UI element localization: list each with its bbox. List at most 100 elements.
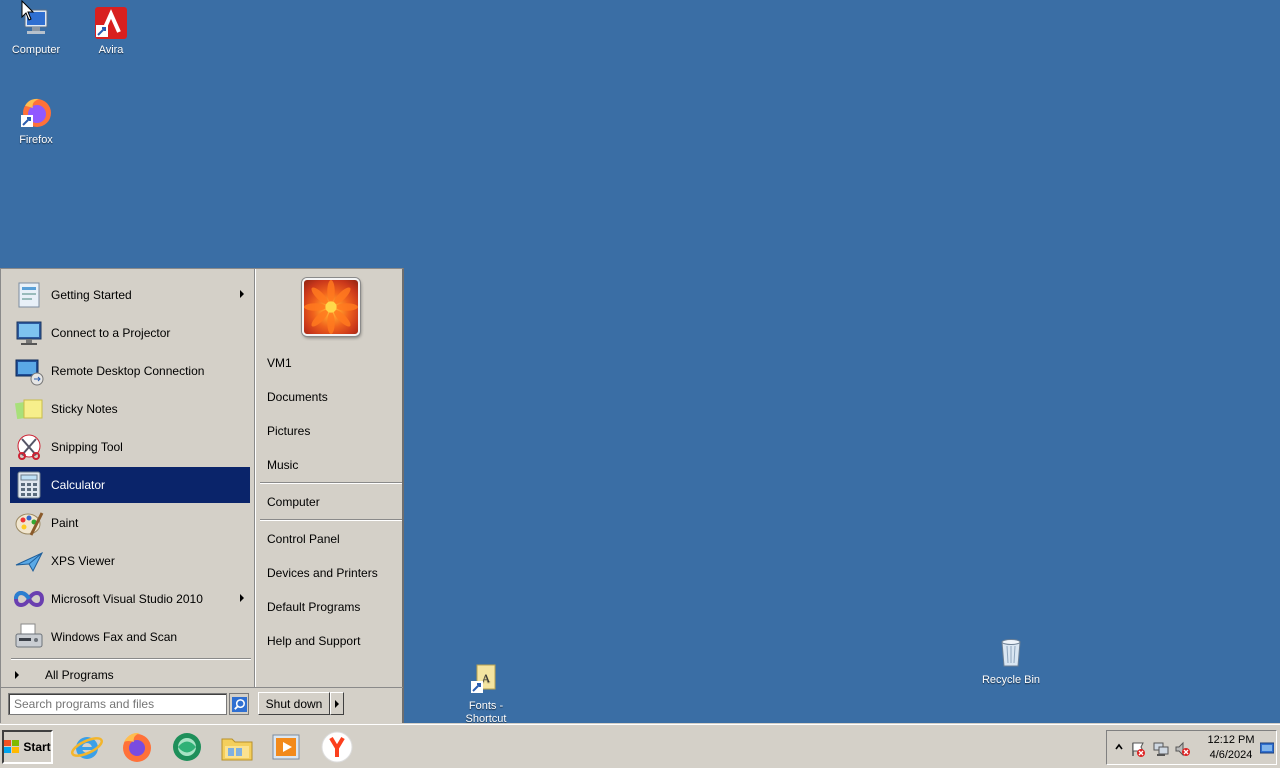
desktop-icon-recycle-bin[interactable]: Recycle Bin: [973, 636, 1049, 687]
quick-launch-file-explorer[interactable]: [220, 730, 254, 764]
desktop-icon-label: Avira: [98, 44, 124, 56]
separator: [260, 519, 402, 521]
program-label: Sticky Notes: [51, 402, 118, 416]
desktop-icon-label: Firefox: [19, 134, 53, 146]
desktop-icon-computer[interactable]: Computer: [0, 6, 74, 57]
program-label: Getting Started: [51, 288, 132, 302]
fax-scan-icon: [13, 621, 45, 653]
search-input[interactable]: [8, 693, 227, 715]
quick-launch-internet-explorer[interactable]: [70, 730, 104, 764]
place-label: Pictures: [267, 424, 311, 438]
place-pictures[interactable]: Pictures: [261, 420, 401, 442]
firefox-icon: [123, 732, 151, 762]
quick-launch-firefox[interactable]: [120, 730, 154, 764]
program-label: XPS Viewer: [51, 554, 115, 568]
shutdown-button[interactable]: Shut down: [258, 692, 330, 715]
quick-launch-yandex[interactable]: [320, 730, 354, 764]
place-default-programs[interactable]: Default Programs: [261, 596, 401, 618]
show-desktop-icon[interactable]: [1259, 741, 1275, 755]
program-microsoft-visual-studio-2010[interactable]: Microsoft Visual Studio 2010: [10, 581, 250, 617]
start-label: Start: [23, 740, 51, 754]
network-icon[interactable]: [1153, 741, 1169, 757]
flower-image: [304, 280, 358, 334]
visual-studio-icon: [13, 583, 45, 615]
start-menu-bottom-bar: Shut down: [1, 687, 403, 723]
program-label: Calculator: [51, 478, 106, 492]
place-documents[interactable]: Documents: [261, 386, 401, 408]
program-xps-viewer[interactable]: XPS Viewer: [10, 543, 250, 579]
shutdown-label: Shut down: [265, 696, 323, 711]
places-pane: VM1 Documents Pictures Music Computer Co…: [257, 269, 403, 687]
action-center-icon[interactable]: [1130, 741, 1146, 757]
clock-time[interactable]: 12:12 PM: [1201, 734, 1261, 746]
place-label: Default Programs: [267, 600, 361, 614]
desktop-icon-label: Recycle Bin: [981, 674, 1041, 686]
xps-viewer-icon: [13, 545, 45, 577]
program-remote-desktop-connection[interactable]: Remote Desktop Connection: [10, 353, 250, 389]
program-label: Snipping Tool: [51, 440, 123, 454]
program-windows-fax-and-scan[interactable]: Windows Fax and Scan: [10, 619, 250, 655]
show-hidden-icon[interactable]: [1111, 739, 1123, 755]
place-label: Computer: [267, 495, 320, 509]
place-user-folder[interactable]: VM1: [261, 352, 401, 374]
sticky-notes-icon: [13, 393, 45, 425]
desktop-icon-label: Computer: [11, 44, 61, 56]
place-devices-and-printers[interactable]: Devices and Printers: [261, 562, 401, 584]
place-music[interactable]: Music: [261, 454, 401, 476]
place-label: Help and Support: [267, 634, 361, 648]
shutdown-options-button[interactable]: [330, 692, 344, 715]
place-label: Control Panel: [267, 532, 340, 546]
place-help-and-support[interactable]: Help and Support: [261, 630, 401, 652]
program-snipping-tool[interactable]: Snipping Tool: [10, 429, 250, 465]
file-explorer-icon: [221, 738, 253, 761]
submenu-arrow-icon: [240, 290, 244, 298]
program-label: Windows Fax and Scan: [51, 630, 178, 644]
program-sticky-notes[interactable]: Sticky Notes: [10, 391, 250, 427]
place-control-panel[interactable]: Control Panel: [261, 528, 401, 550]
app-icon: [173, 733, 201, 761]
quick-launch-media-player[interactable]: [270, 730, 304, 764]
system-tray: 12:12 PM 4/6/2024: [1106, 730, 1277, 765]
remote-desktop-icon: [13, 355, 45, 387]
place-computer[interactable]: Computer: [261, 491, 401, 513]
yandex-icon: [321, 731, 353, 763]
windows-flag-icon: [4, 740, 20, 753]
projector-icon: [13, 317, 45, 349]
clock-date[interactable]: 4/6/2024: [1201, 749, 1261, 761]
submenu-arrow-icon: [240, 594, 244, 602]
place-label: Music: [267, 458, 299, 472]
desktop-icon-avira[interactable]: Avira: [73, 6, 149, 57]
mouse-cursor-icon: [21, 0, 35, 21]
separator: [260, 482, 402, 484]
place-label: Documents: [267, 390, 328, 404]
separator: [11, 658, 251, 660]
program-calculator[interactable]: Calculator: [10, 467, 250, 503]
program-label: Microsoft Visual Studio 2010: [51, 592, 203, 606]
program-label: Connect to a Projector: [51, 326, 171, 340]
program-getting-started[interactable]: Getting Started: [10, 277, 250, 313]
place-label: Devices and Printers: [267, 566, 378, 580]
snipping-tool-icon: [13, 431, 45, 463]
program-label: Remote Desktop Connection: [51, 364, 205, 378]
program-connect-to-a-projector[interactable]: Connect to a Projector: [10, 315, 250, 351]
paint-icon: [13, 507, 45, 539]
user-picture[interactable]: [302, 278, 360, 336]
pane-divider: [254, 269, 256, 687]
place-label: VM1: [267, 356, 292, 370]
chevron-right-icon: [335, 699, 339, 708]
taskbar: Start 12:12 PM 4/6/2024: [0, 724, 1280, 768]
all-programs-button[interactable]: All Programs: [10, 665, 250, 685]
start-button[interactable]: Start: [2, 730, 53, 764]
program-paint[interactable]: Paint: [10, 505, 250, 541]
media-player-icon: [272, 734, 300, 760]
recycle-bin-icon: [994, 636, 1028, 670]
firefox-icon: [19, 96, 53, 130]
getting-started-icon: [13, 279, 45, 311]
programs-pane: Getting Started Connect to a Projector R…: [3, 271, 254, 687]
start-menu: Getting Started Connect to a Projector R…: [0, 268, 404, 724]
chevron-right-icon: [15, 671, 19, 679]
volume-muted-icon[interactable]: [1175, 741, 1191, 757]
desktop-icon-firefox[interactable]: Firefox: [0, 96, 74, 147]
search-button[interactable]: [229, 693, 249, 715]
quick-launch-app[interactable]: [170, 730, 204, 764]
